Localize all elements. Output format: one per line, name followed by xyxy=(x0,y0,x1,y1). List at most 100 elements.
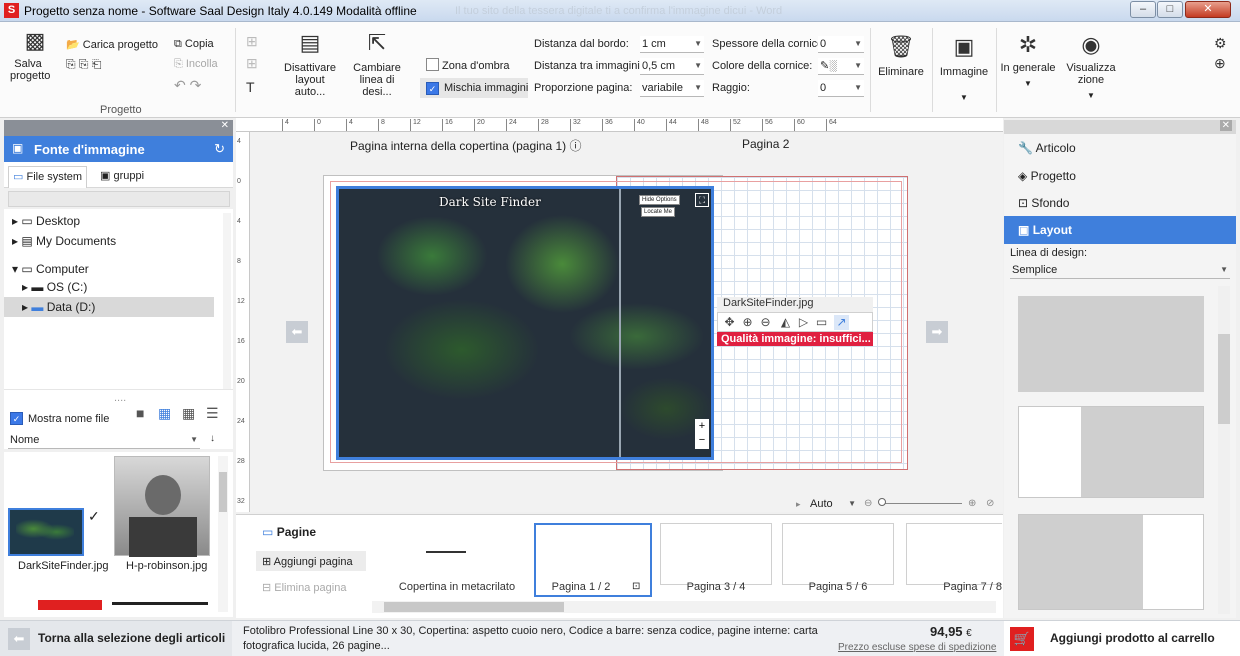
path-field[interactable] xyxy=(8,191,230,207)
radius-select[interactable]: 0 ▼ xyxy=(818,80,864,97)
page-thumb-3-4[interactable] xyxy=(660,523,772,585)
minimize-button[interactable]: – xyxy=(1130,1,1156,18)
ruler-tick-label: 64 xyxy=(826,119,837,131)
fit-zoom-icon[interactable]: ⊘ xyxy=(986,498,994,509)
zoom-slider[interactable] xyxy=(880,503,962,504)
radius-label: Raggio: xyxy=(712,82,750,94)
pages-scrollbar[interactable] xyxy=(372,601,996,613)
chevron-down-icon: ▼ xyxy=(694,61,702,70)
edge-distance-select[interactable]: 1 cm ▼ xyxy=(640,36,704,53)
tab-groups[interactable]: ▣ gruppi xyxy=(96,166,148,188)
panel-item-layout[interactable]: ▣ Layout xyxy=(1004,216,1236,244)
layout-option-split-right[interactable] xyxy=(1018,406,1204,498)
show-names-checkbox[interactable]: ✓ xyxy=(10,412,23,425)
tree-scrollbar[interactable] xyxy=(223,213,231,389)
mix-images-button[interactable]: ✓ Mischia immagini xyxy=(420,78,528,98)
view-large-icon[interactable]: ■ xyxy=(136,406,144,420)
tree-item-desktop[interactable]: ▸ ▭ Desktop xyxy=(4,211,214,231)
prev-page-arrow-icon[interactable]: ⬅ xyxy=(286,321,308,343)
view-small-icon[interactable]: ▦ xyxy=(182,406,195,420)
layout-scrollbar[interactable] xyxy=(1218,286,1230,614)
info-icon[interactable]: ⓘ xyxy=(570,139,582,153)
zoom-slider-handle[interactable] xyxy=(878,498,886,506)
load-project-button[interactable]: 📂 Carica progetto xyxy=(66,38,158,51)
general-menu-button[interactable]: ✲ In generale ▼ xyxy=(1000,34,1056,112)
panel-item-project[interactable]: ◈ Progetto xyxy=(1004,162,1236,190)
ruler-tick-label: 56 xyxy=(762,119,773,131)
scrollbar-thumb[interactable] xyxy=(1218,334,1230,424)
view-list-icon[interactable]: ☰ xyxy=(206,406,219,420)
play-icon[interactable]: ▸ xyxy=(796,499,801,510)
image-menu-button[interactable]: ▣ Immagine ▼ xyxy=(936,36,992,112)
page-ratio-select[interactable]: variabile ▼ xyxy=(640,80,704,97)
tree-item-data-d[interactable]: ▸ ▬ Data (D:) xyxy=(4,297,214,317)
book-icon: ▭ xyxy=(262,525,274,539)
delete-page-button[interactable]: ⊟ Elimina pagina xyxy=(256,577,352,598)
zoom-out-icon[interactable]: ⊖ xyxy=(864,498,872,509)
undo-redo-icons[interactable]: ↶ ↷ xyxy=(174,78,201,92)
layout-option-split-left[interactable] xyxy=(1018,514,1204,610)
add-frame2-icon[interactable]: ⊞ xyxy=(246,56,258,70)
rotate-icon[interactable]: ▷ xyxy=(796,315,811,330)
thumbnail-portrait[interactable] xyxy=(114,456,210,557)
frame-color-select[interactable]: ✎░ ▼ xyxy=(818,58,864,75)
tree-item-documents[interactable]: ▸ ▤ My Documents xyxy=(4,231,214,251)
view-medium-icon[interactable]: ▦ xyxy=(158,406,171,420)
close-icon[interactable]: ✕ xyxy=(1219,120,1232,131)
panel-item-article[interactable]: 🔧 Articolo xyxy=(1004,134,1236,162)
page-thumb-label: Pagina 5 / 6 xyxy=(808,581,868,593)
tree-item-computer[interactable]: ▾ ▭ Computer xyxy=(4,259,214,279)
close-button[interactable]: ✕ xyxy=(1185,1,1231,18)
sort-select[interactable]: Nome ▼ xyxy=(8,432,200,449)
globe-icon[interactable]: ⊕ xyxy=(1214,56,1226,70)
save-project-button[interactable]: ▩ Salva progetto xyxy=(10,30,60,90)
zoom-in-icon[interactable]: ⊕ xyxy=(968,498,976,509)
tree-item-os-c[interactable]: ▸ ▬ OS (C:) xyxy=(4,277,214,297)
delete-button[interactable]: 🗑 Eliminare xyxy=(874,36,928,86)
flip-icon[interactable]: ◭ xyxy=(778,315,793,330)
refresh-icon[interactable]: ↻ xyxy=(214,141,225,157)
thumbnail-darksitefinder[interactable] xyxy=(8,508,84,556)
copy-button[interactable]: ⧉ Copia xyxy=(174,38,214,51)
tab-file-system[interactable]: ▭ File system xyxy=(8,166,88,188)
shipping-note-link[interactable]: Prezzo escluse spese di spedizione xyxy=(838,642,996,653)
window-title: Progetto senza nome - Software Saal Desi… xyxy=(24,4,417,18)
next-page-arrow-icon[interactable]: ➡ xyxy=(926,321,948,343)
add-frame-icon[interactable]: ⊞ xyxy=(246,34,258,48)
view-menu-button[interactable]: ◉ Visualizza zione ▼ xyxy=(1060,34,1122,112)
zoom-out-icon[interactable]: ⊖ xyxy=(758,315,773,330)
gear-icon[interactable]: ⚙ xyxy=(1214,36,1227,50)
maximize-button[interactable]: □ xyxy=(1157,1,1183,18)
scrollbar-thumb[interactable] xyxy=(384,602,564,612)
panel-header-strip: ✕ xyxy=(4,120,233,136)
page-thumb-5-6[interactable] xyxy=(782,523,894,585)
sort-direction-icon[interactable]: ↓ xyxy=(210,434,215,444)
zoom-select[interactable]: Auto ▼ xyxy=(808,496,858,513)
design-line-select[interactable]: Semplice ▼ xyxy=(1010,262,1230,279)
shadow-checkbox[interactable] xyxy=(426,58,439,71)
layout-option-full[interactable] xyxy=(1018,296,1204,392)
thumbnails-scrollbar[interactable] xyxy=(218,456,228,612)
placed-image-darksitefinder[interactable]: Dark Site Finder Hide Options Locate Me … xyxy=(336,186,714,460)
close-icon[interactable]: ✕ xyxy=(221,120,229,131)
page-edit-icon[interactable]: ⊡ xyxy=(632,581,640,592)
panel-item-background[interactable]: ⊡ Sfondo xyxy=(1004,189,1236,217)
back-to-articles-button[interactable]: ⬅ Torna alla selezione degli articoli xyxy=(0,621,232,656)
disable-auto-layout-button[interactable]: ▤ Disattivare layout auto... xyxy=(280,32,340,99)
frame-thickness-select[interactable]: 0 ▼ xyxy=(818,36,864,53)
image-spacing-select[interactable]: 0,5 cm ▼ xyxy=(640,58,704,75)
change-design-line-button[interactable]: ⇱ Cambiare linea di desi... xyxy=(346,32,408,99)
paste-button[interactable]: ⎘ Incolla xyxy=(174,58,218,71)
add-page-button[interactable]: ⊞ Aggiungi pagina xyxy=(256,551,366,571)
replace-image-icon[interactable]: ▭ xyxy=(814,315,829,330)
edit-icon[interactable]: ↗ xyxy=(834,315,849,330)
zoom-in-icon[interactable]: ⊕ xyxy=(740,315,755,330)
add-to-cart-button[interactable]: 🛒 Aggiungi prodotto al carrello xyxy=(1004,621,1240,656)
scrollbar-thumb[interactable] xyxy=(219,472,227,512)
add-text-icon[interactable]: T xyxy=(246,80,255,94)
ribbon-toolbar: ▩ Salva progetto 📂 Carica progetto ⎘ ⎘ ⎗… xyxy=(0,22,1240,118)
page-thumb-7-8[interactable] xyxy=(906,523,1002,585)
page-actions-icons[interactable]: ⎘ ⎘ ⎗ xyxy=(66,58,126,70)
source-tabs: ▭ File system ▣ gruppi xyxy=(4,162,233,188)
move-icon[interactable]: ✥ xyxy=(722,315,737,330)
